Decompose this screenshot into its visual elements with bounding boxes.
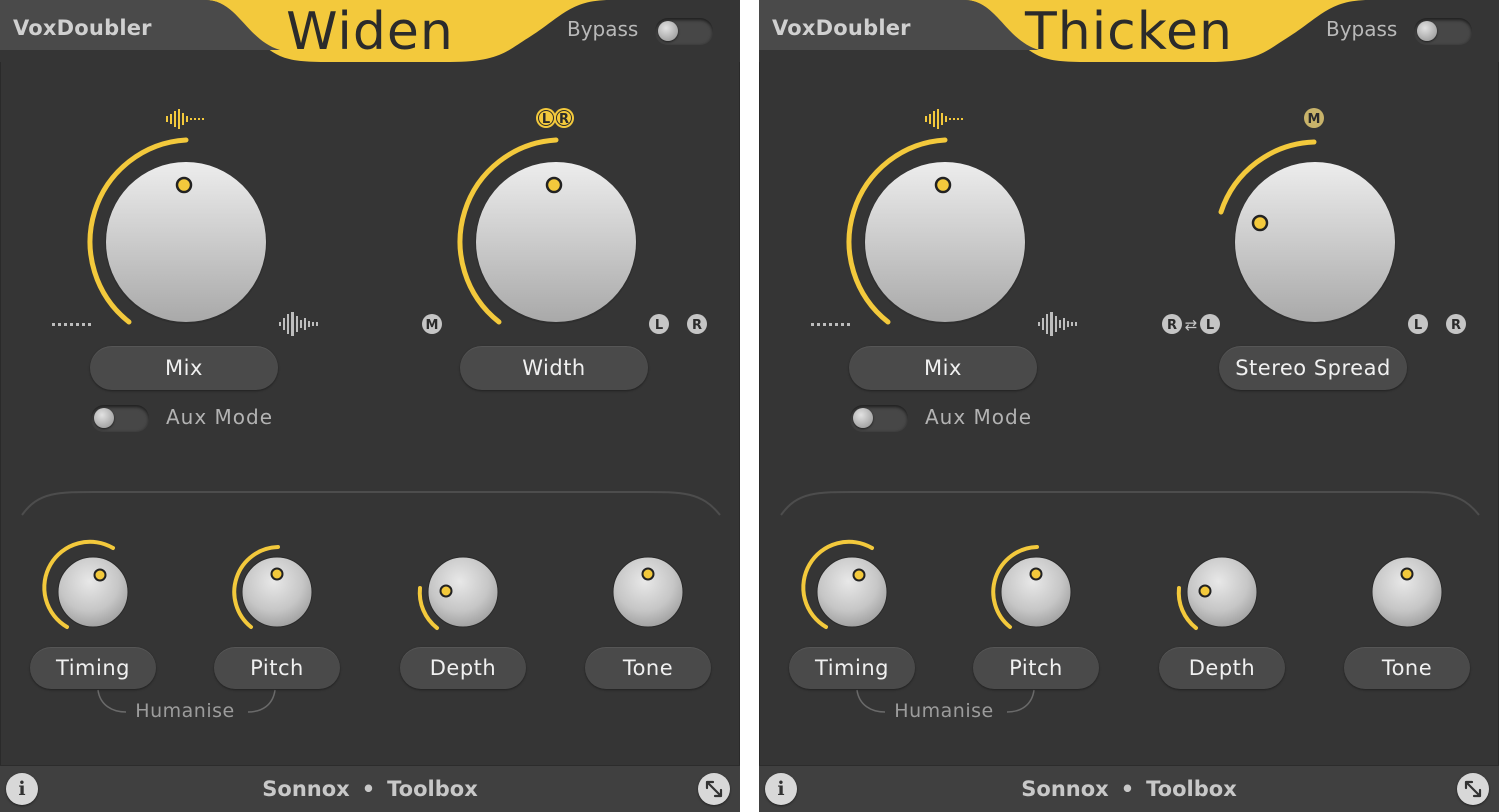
tone-label-button[interactable]: Tone xyxy=(585,647,711,689)
pitch-label-button[interactable]: Pitch xyxy=(973,647,1099,689)
badge-m: M xyxy=(426,318,439,333)
pitch-label-button[interactable]: Pitch xyxy=(214,647,340,689)
badge-l: L xyxy=(1206,318,1214,333)
plugin-panel-thicken: VoxDoubler Thicken Bypass M R ⇄ L L R Mi… xyxy=(759,0,1499,812)
width-knob[interactable] xyxy=(457,137,637,325)
mix-label-button[interactable]: Mix xyxy=(849,346,1037,390)
waveform-large-icon xyxy=(279,312,318,336)
waveform-large-icon xyxy=(1038,312,1077,336)
resize-arrows-icon[interactable] xyxy=(1457,773,1489,805)
plugin-panel-widen: VoxDoubler Widen Bypass L R M L R Mix Wi… xyxy=(0,0,740,812)
waveform-small-icon xyxy=(166,109,204,129)
lr-side-badges-icon: L R xyxy=(1408,314,1466,334)
swap-lr-badge-icon: R ⇄ L xyxy=(1162,314,1220,334)
dotted-line-icon xyxy=(811,323,850,326)
badge-l: L xyxy=(655,318,663,333)
timing-label-button[interactable]: Timing xyxy=(30,647,156,689)
lr-badge-icon: L R xyxy=(536,108,574,128)
resize-arrows-icon[interactable] xyxy=(698,773,730,805)
humanise-label: Humanise xyxy=(894,700,994,722)
footer-branding: Sonnox • Toolbox xyxy=(759,777,1499,801)
waveform-small-icon xyxy=(925,109,963,129)
pitch-knob[interactable] xyxy=(232,545,313,629)
footer-brand: Sonnox xyxy=(1021,777,1109,801)
badge-r: R xyxy=(1451,318,1461,333)
stereo-spread-knob[interactable] xyxy=(1218,139,1396,324)
mix-knob[interactable] xyxy=(87,137,267,325)
stereo-spread-label-button[interactable]: Stereo Spread xyxy=(1219,346,1407,390)
aux-mode-toggle[interactable] xyxy=(850,405,908,431)
footer-branding: Sonnox • Toolbox xyxy=(0,777,740,801)
m-badge-icon: M xyxy=(1304,108,1324,128)
toggle-thumb xyxy=(853,408,873,428)
swap-arrows-icon: ⇄ xyxy=(1185,316,1198,334)
badge-r: R xyxy=(692,318,702,333)
lr-side-badges-icon: L R xyxy=(649,314,707,334)
footer-separator: • xyxy=(1120,777,1135,801)
tone-label-button[interactable]: Tone xyxy=(1344,647,1470,689)
section-divider xyxy=(780,490,1480,516)
tone-knob[interactable] xyxy=(612,556,684,628)
mix-label-button[interactable]: Mix xyxy=(90,346,278,390)
footer-product: Toolbox xyxy=(387,777,478,801)
badge-l: L xyxy=(1414,318,1422,333)
depth-knob[interactable] xyxy=(417,556,499,630)
humanise-bracket-right xyxy=(247,689,276,713)
humanise-label: Humanise xyxy=(135,700,235,722)
footer-product: Toolbox xyxy=(1146,777,1237,801)
mix-knob[interactable] xyxy=(846,137,1026,325)
footer-brand: Sonnox xyxy=(262,777,350,801)
badge-m: M xyxy=(1308,112,1321,127)
aux-mode-label: Aux Mode xyxy=(166,405,274,429)
depth-knob[interactable] xyxy=(1176,556,1258,630)
badge-l: L xyxy=(542,112,550,127)
m-badge-icon: M xyxy=(422,314,442,334)
timing-label-button[interactable]: Timing xyxy=(789,647,915,689)
badge-r: R xyxy=(1167,318,1177,333)
timing-knob[interactable] xyxy=(42,539,129,629)
badge-r: R xyxy=(559,112,569,127)
toggle-thumb xyxy=(94,408,114,428)
width-label-button[interactable]: Width xyxy=(460,346,648,390)
footer-bar: i Sonnox • Toolbox xyxy=(759,765,1499,812)
humanise-bracket-right xyxy=(1006,689,1035,713)
footer-bar: i Sonnox • Toolbox xyxy=(0,765,740,812)
depth-label-button[interactable]: Depth xyxy=(400,647,526,689)
tone-knob[interactable] xyxy=(1371,556,1443,628)
aux-mode-label: Aux Mode xyxy=(925,405,1033,429)
timing-knob[interactable] xyxy=(801,539,888,629)
depth-label-button[interactable]: Depth xyxy=(1159,647,1285,689)
footer-separator: • xyxy=(361,777,376,801)
resize-arrows-glyph xyxy=(1464,780,1482,798)
dotted-line-icon xyxy=(52,323,91,326)
resize-arrows-glyph xyxy=(705,780,723,798)
pitch-knob[interactable] xyxy=(991,545,1072,629)
section-divider xyxy=(21,490,721,516)
aux-mode-toggle[interactable] xyxy=(91,405,149,431)
